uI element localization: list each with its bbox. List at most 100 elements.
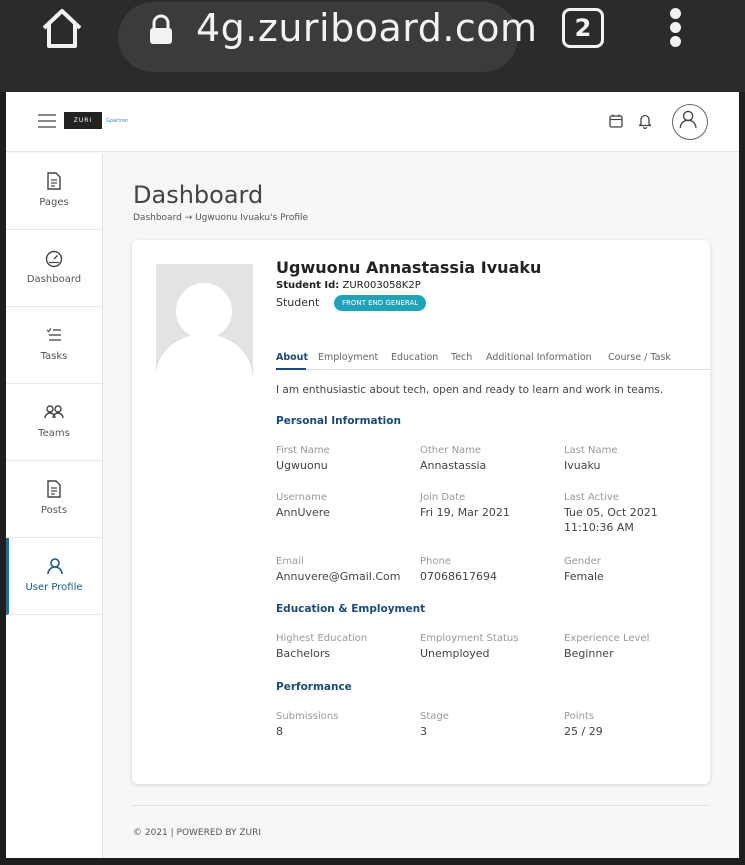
student-name: Ugwuonu Annastassia Ivuaku <box>276 258 542 277</box>
field-label: Email <box>276 556 304 567</box>
about-text: I am enthusiastic about tech, open and r… <box>276 384 664 396</box>
field-phone: Phone 07068617694 <box>420 556 564 584</box>
field-label: Last Name <box>564 445 618 456</box>
field-value: Female <box>564 570 604 583</box>
field-stage: Stage 3 <box>420 711 564 739</box>
document-icon <box>47 172 61 190</box>
field-value: Ivuaku <box>564 459 601 472</box>
student-id-value: ZUR003058K2P <box>342 280 421 291</box>
field-value: Fri 19, Mar 2021 <box>420 506 510 519</box>
footer-divider <box>132 805 710 806</box>
profile-photo-placeholder <box>156 264 253 376</box>
field-join-date: Join Date Fri 19, Mar 2021 <box>420 492 564 520</box>
field-value: Annuvere@Gmail.Com <box>276 570 401 583</box>
zuri-logo[interactable]: ZURI <box>64 112 102 129</box>
field-value: Annastassia <box>420 459 487 472</box>
field-username: Username AnnUvere <box>276 492 420 520</box>
field-value: 3 <box>420 725 427 738</box>
sidebar-item-dashboard[interactable]: Dashboard <box>6 230 102 307</box>
field-value: AnnUvere <box>276 506 330 519</box>
hamburger-menu-icon[interactable] <box>38 114 56 128</box>
field-highest-education: Highest Education Bachelors <box>276 633 420 661</box>
field-label: Stage <box>420 711 449 722</box>
field-value: 07068617694 <box>420 570 497 583</box>
field-label: First Name <box>276 445 330 456</box>
profile-tabs: About Employment Education Tech Addition… <box>276 352 710 370</box>
field-value: Ugwuonu <box>276 459 328 472</box>
field-last-name: Last Name Ivuaku <box>564 445 708 473</box>
field-label: Employment Status <box>420 633 519 644</box>
page-title: Dashboard <box>133 181 264 209</box>
browser-menu-icon[interactable] <box>668 8 682 48</box>
field-email: Email Annuvere@Gmail.Com <box>276 556 420 584</box>
user-icon <box>679 110 697 128</box>
sidebar-item-label: Posts <box>40 505 68 516</box>
sidebar-item-label: User Profile <box>25 582 83 593</box>
field-label: Points <box>564 711 595 722</box>
url-text[interactable]: 4g.zuriboard.com <box>196 6 538 50</box>
sidebar-item-label: Teams <box>38 428 70 439</box>
field-value: Unemployed <box>420 647 490 660</box>
field-experience-level: Experience Level Beginner <box>564 633 708 661</box>
field-value: 8 <box>276 725 283 738</box>
student-id-row: Student Id: ZUR003058K2P <box>276 280 421 291</box>
field-label: Submissions <box>276 711 339 722</box>
field-employment-status: Employment Status Unemployed <box>420 633 564 661</box>
user-silhouette-icon <box>156 283 252 376</box>
breadcrumb[interactable]: Dashboard → Ugwuonu Ivuaku's Profile <box>133 213 308 223</box>
field-last-active: Last Active Tue 05, Oct 2021 11:10:36 AM <box>564 492 706 535</box>
profile-card: Ugwuonu Annastassia Ivuaku Student Id: Z… <box>132 240 710 784</box>
sidebar-item-label: Pages <box>39 197 69 208</box>
field-points: Points 25 / 29 <box>564 711 708 739</box>
tab-tech[interactable]: Tech <box>451 352 472 363</box>
sidebar: Pages Dashboard Tasks Teams Posts User P… <box>6 153 103 858</box>
sidebar-item-teams[interactable]: Teams <box>6 384 102 461</box>
active-tab-indicator <box>276 368 306 370</box>
field-gender: Gender Female <box>564 556 708 584</box>
field-label: Phone <box>420 556 451 567</box>
bell-icon[interactable] <box>638 113 652 129</box>
sidebar-item-label: Dashboard <box>26 274 82 285</box>
browser-toolbar: 4g.zuriboard.com 2 <box>0 0 745 92</box>
section-personal-information: Personal Information <box>276 415 401 427</box>
tab-employment[interactable]: Employment <box>318 352 378 363</box>
field-value: 25 / 29 <box>564 725 603 738</box>
top-navbar: ZURI Gpartner <box>6 92 739 152</box>
home-icon[interactable] <box>40 6 84 50</box>
app-page: ZURI Gpartner Pages Dashboard Tasks Team… <box>6 92 739 858</box>
user-profile-icon <box>47 558 63 575</box>
sidebar-item-user-profile[interactable]: User Profile <box>6 538 102 615</box>
track-badge: FRONT END GENERAL <box>334 295 427 311</box>
footer-text: © 2021 | POWERED BY ZURI <box>133 828 262 838</box>
student-id-label: Student Id: <box>276 280 340 291</box>
tab-additional-information[interactable]: Additional Information <box>486 352 592 363</box>
field-label: Join Date <box>420 492 466 503</box>
calendar-icon[interactable] <box>609 114 623 128</box>
tab-switcher-button[interactable]: 2 <box>562 8 604 48</box>
field-label: Gender <box>564 556 601 567</box>
speedometer-icon <box>45 250 63 268</box>
sidebar-item-pages[interactable]: Pages <box>6 153 102 230</box>
tab-education[interactable]: Education <box>391 352 438 363</box>
student-role: Student <box>276 296 320 309</box>
field-value: Beginner <box>564 647 614 660</box>
main-content: Dashboard Dashboard → Ugwuonu Ivuaku's P… <box>103 153 739 858</box>
post-icon <box>47 480 61 498</box>
tab-course-task[interactable]: Course / Task <box>608 352 671 363</box>
user-avatar[interactable] <box>672 104 708 140</box>
sidebar-item-tasks[interactable]: Tasks <box>6 307 102 384</box>
field-first-name: First Name Ugwuonu <box>276 445 420 473</box>
checklist-icon <box>46 328 61 341</box>
lock-icon <box>150 14 172 44</box>
section-performance: Performance <box>276 681 352 693</box>
field-label: Last Active <box>564 492 619 503</box>
field-label: Other Name <box>420 445 482 456</box>
tab-about[interactable]: About <box>276 352 308 363</box>
field-value: Tue 05, Oct 2021 11:10:36 AM <box>564 506 658 534</box>
field-value: Bachelors <box>276 647 331 660</box>
field-submissions: Submissions 8 <box>276 711 420 739</box>
sidebar-item-posts[interactable]: Posts <box>6 461 102 538</box>
team-icon <box>44 405 64 419</box>
partner-logo: Gpartner <box>106 118 129 124</box>
sidebar-item-label: Tasks <box>40 351 68 362</box>
